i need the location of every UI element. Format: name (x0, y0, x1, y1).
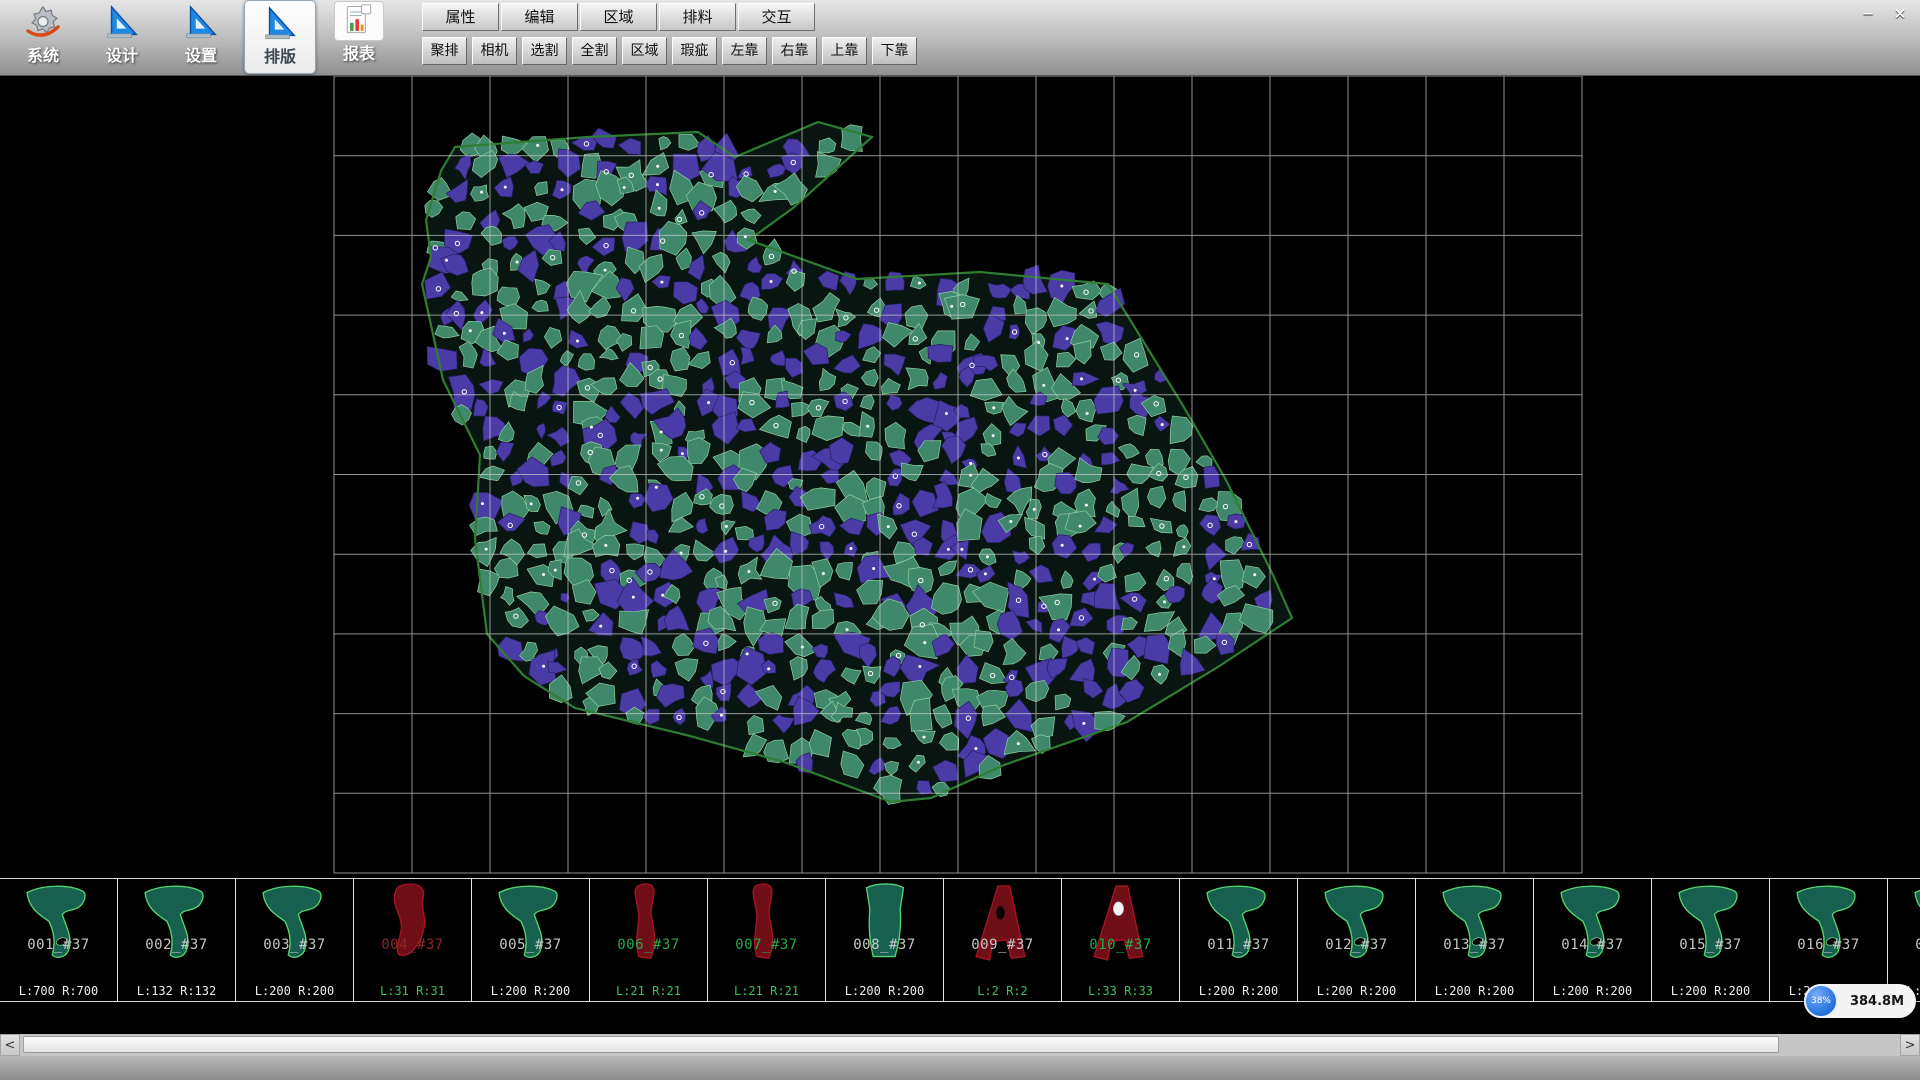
tool-cut-all[interactable]: 全割 (572, 37, 617, 65)
nav-layout-button[interactable]: 排版 (244, 0, 316, 74)
piece-shape (1663, 881, 1759, 965)
piece-shape (129, 881, 225, 965)
piece-lr-count: L:200 R:200 (1416, 984, 1533, 998)
set-square-icon (260, 3, 300, 43)
piece-shape (365, 881, 461, 965)
piece-lr-count: L:200 R:200 (1298, 984, 1415, 998)
piece-lr-count: L:21 R:21 (590, 984, 707, 998)
piece-lr-count: L:31 R:31 (354, 984, 471, 998)
piece-shape (1191, 881, 1287, 965)
scrollbar-track[interactable] (20, 1034, 1900, 1056)
horizontal-scrollbar: < > (0, 1034, 1920, 1056)
tool-cluster-nest[interactable]: 聚排 (422, 37, 467, 65)
scroll-left-button[interactable]: < (0, 1034, 20, 1056)
app-nav: 系统 设计 设置 (0, 0, 395, 76)
tool-align-right[interactable]: 右靠 (772, 37, 817, 65)
piece-thumbnail[interactable]: 013_#37L:200 R:200 (1416, 879, 1534, 1001)
memory-label: 384.8M (1838, 994, 1916, 1009)
gear-icon (23, 2, 63, 42)
bottom-strip (0, 1056, 1920, 1080)
piece-lr-count: L:200 R:200 (236, 984, 353, 998)
close-button[interactable]: ✕ (1888, 3, 1912, 25)
piece-lr-count: L:200 R:200 (1180, 984, 1297, 998)
menu-tabs: 属性 编辑 区域 排料 交互 (422, 3, 815, 31)
piece-lr-count: L:200 R:200 (1534, 984, 1651, 998)
progress-circle: 38% (1804, 984, 1838, 1018)
tool-camera[interactable]: 相机 (472, 37, 517, 65)
tab-nesting[interactable]: 排料 (659, 3, 736, 31)
report-icon (335, 2, 383, 40)
piece-lr-count: L:200 R:200 (826, 984, 943, 998)
piece-shape (601, 881, 697, 965)
nav-settings-button[interactable]: 设置 (165, 0, 237, 74)
piece-lr-count: L:200 R:200 (1652, 984, 1769, 998)
piece-shape (1899, 881, 1920, 965)
tab-region[interactable]: 区域 (580, 3, 657, 31)
piece-thumbnail[interactable]: 005_#37L:200 R:200 (472, 879, 590, 1001)
set-square-icon (181, 2, 221, 42)
piece-shape (837, 881, 933, 965)
piece-shape (11, 881, 107, 965)
nav-system-button[interactable]: 系统 (7, 0, 79, 74)
set-square-icon (102, 2, 142, 42)
piece-shape (1781, 881, 1877, 965)
tool-align-left[interactable]: 左靠 (722, 37, 767, 65)
piece-thumbnail[interactable]: 017_#37L:200 R:200 (1888, 879, 1920, 1001)
piece-thumbnail[interactable]: 003_#37L:200 R:200 (236, 879, 354, 1001)
tool-row: 聚排 相机 选割 全割 区域 瑕疵 左靠 右靠 上靠 下靠 (422, 37, 917, 65)
nav-design-button[interactable]: 设计 (86, 0, 158, 74)
piece-thumbnail[interactable]: 011_#37L:200 R:200 (1180, 879, 1298, 1001)
nav-system-label: 系统 (27, 42, 59, 66)
nesting-canvas-svg[interactable] (0, 76, 1920, 878)
piece-shape (719, 881, 815, 965)
piece-thumbnail[interactable]: 006_#37L:21 R:21 (590, 879, 708, 1001)
memory-status: 38% 384.8M (1804, 984, 1916, 1018)
piece-shape (955, 881, 1051, 965)
scrollbar-thumb[interactable] (23, 1036, 1779, 1053)
tab-interact[interactable]: 交互 (738, 3, 815, 31)
tab-edit[interactable]: 编辑 (501, 3, 578, 31)
nav-layout-label: 排版 (264, 43, 296, 67)
piece-thumbnail[interactable]: 004_#37L:31 R:31 (354, 879, 472, 1001)
piece-thumbnail[interactable]: 001_#37L:700 R:700 (0, 879, 118, 1001)
tool-defect[interactable]: 瑕疵 (672, 37, 717, 65)
piece-shape (1309, 881, 1405, 965)
piece-thumbnail[interactable]: 009_#37L:2 R:2 (944, 879, 1062, 1001)
piece-filmstrip: 001_#37L:700 R:700002_#37L:132 R:132003_… (0, 878, 1920, 1002)
nav-settings-label: 设置 (185, 42, 217, 66)
piece-lr-count: L:21 R:21 (708, 984, 825, 998)
nav-report-button[interactable]: 报表 (323, 0, 395, 74)
piece-lr-count: L:132 R:132 (118, 984, 235, 998)
piece-shape (247, 881, 343, 965)
piece-lr-count: L:700 R:700 (0, 984, 117, 998)
tab-properties[interactable]: 属性 (422, 3, 499, 31)
piece-lr-count: L:200 R:200 (472, 984, 589, 998)
piece-thumbnail[interactable]: 008_#37L:200 R:200 (826, 879, 944, 1001)
nav-design-label: 设计 (106, 42, 138, 66)
window-controls: ─ ✕ (1856, 3, 1912, 25)
piece-shape (1427, 881, 1523, 965)
piece-thumbnail[interactable]: 002_#37L:132 R:132 (118, 879, 236, 1001)
tool-region[interactable]: 区域 (622, 37, 667, 65)
piece-thumbnail[interactable]: 007_#37L:21 R:21 (708, 879, 826, 1001)
piece-shape (1545, 881, 1641, 965)
tool-align-bottom[interactable]: 下靠 (872, 37, 917, 65)
piece-thumbnail[interactable]: 012_#37L:200 R:200 (1298, 879, 1416, 1001)
piece-thumbnail[interactable]: 010_#37L:33 R:33 (1062, 879, 1180, 1001)
piece-shape (483, 881, 579, 965)
tool-select-cut[interactable]: 选割 (522, 37, 567, 65)
piece-lr-count: L:2 R:2 (944, 984, 1061, 998)
nav-report-label: 报表 (343, 40, 375, 64)
piece-thumbnail[interactable]: 016_#37L:200 R:200 (1770, 879, 1888, 1001)
progress-percent-label: 38% (1811, 996, 1831, 1006)
minimize-button[interactable]: ─ (1856, 3, 1880, 25)
piece-thumbnail[interactable]: 015_#37L:200 R:200 (1652, 879, 1770, 1001)
piece-lr-count: L:33 R:33 (1062, 984, 1179, 998)
scroll-right-button[interactable]: > (1900, 1034, 1920, 1056)
tool-align-top[interactable]: 上靠 (822, 37, 867, 65)
piece-thumbnail[interactable]: 014_#37L:200 R:200 (1534, 879, 1652, 1001)
piece-shape (1073, 881, 1169, 965)
nesting-canvas[interactable] (0, 76, 1920, 878)
top-toolbar: 系统 设计 设置 (0, 0, 1920, 76)
